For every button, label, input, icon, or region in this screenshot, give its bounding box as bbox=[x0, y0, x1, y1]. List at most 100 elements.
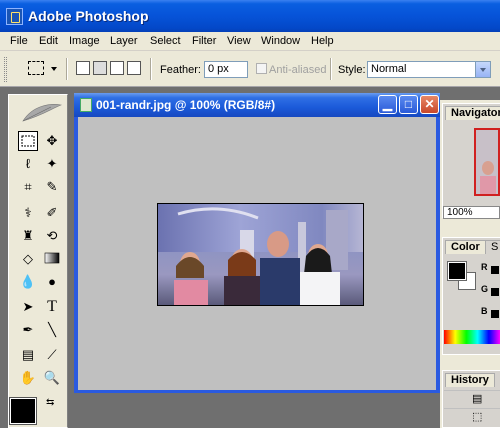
brush-tool[interactable]: ✐ bbox=[42, 203, 62, 223]
foreground-color-swatch[interactable] bbox=[9, 397, 37, 425]
menu-view[interactable]: View bbox=[227, 35, 251, 47]
minimize-button[interactable]: ▁ bbox=[378, 95, 397, 114]
maximize-icon: □ bbox=[404, 97, 413, 111]
photo-content bbox=[174, 207, 348, 305]
minimize-icon: ▁ bbox=[382, 97, 393, 111]
rect-marquee-tool[interactable] bbox=[18, 131, 38, 151]
navigator-preview bbox=[476, 130, 498, 194]
close-icon: ✕ bbox=[424, 97, 435, 111]
gradient-tool[interactable] bbox=[42, 249, 62, 269]
menu-edit[interactable]: Edit bbox=[39, 35, 58, 47]
tool-preset-dropdown-icon[interactable] bbox=[51, 67, 57, 71]
document-title: 001-randr.jpg @ 100% (RGB/8#) bbox=[96, 98, 276, 112]
type-tool[interactable]: T bbox=[42, 297, 62, 317]
rect-marquee-icon bbox=[21, 135, 35, 147]
swap-colors-icon[interactable]: ⇆ bbox=[46, 397, 54, 408]
magic-wand-tool[interactable]: ✦ bbox=[42, 154, 62, 174]
menu-help[interactable]: Help bbox=[311, 35, 334, 47]
tab-navigator[interactable]: Navigator bbox=[445, 106, 500, 120]
notes-icon: ▤ bbox=[21, 347, 35, 362]
history-row[interactable]: ⬚ bbox=[444, 408, 500, 425]
menu-filter[interactable]: Filter bbox=[192, 35, 216, 47]
eyedropper-icon: ⟋ bbox=[47, 347, 57, 362]
brush-icon: ✐ bbox=[46, 205, 58, 220]
hand-tool[interactable]: ✋ bbox=[18, 368, 38, 388]
separator bbox=[330, 58, 332, 80]
app-title: Adobe Photoshop bbox=[28, 8, 149, 24]
tab-color[interactable]: Color bbox=[445, 240, 486, 254]
hand-icon: ✋ bbox=[19, 370, 37, 385]
channel-g-slider[interactable] bbox=[491, 288, 499, 296]
arrow-icon: ➤ bbox=[22, 299, 34, 314]
document-titlebar[interactable]: 001-randr.jpg @ 100% (RGB/8#) ▁ □ ✕ bbox=[74, 93, 440, 117]
move-icon: ✥ bbox=[46, 133, 58, 148]
feather-value: 0 px bbox=[208, 63, 229, 75]
healing-brush-tool[interactable]: ⚕ bbox=[18, 203, 38, 223]
notes-tool[interactable]: ▤ bbox=[18, 345, 38, 365]
tab-history[interactable]: History bbox=[445, 373, 495, 387]
antialiased-checkbox[interactable] bbox=[256, 63, 267, 74]
eyedropper-tool[interactable]: ⟋ bbox=[42, 345, 62, 365]
maximize-button[interactable]: □ bbox=[399, 95, 418, 114]
zoom-tool[interactable]: 🔍 bbox=[42, 368, 62, 388]
document-icon bbox=[80, 98, 92, 112]
options-bar-grip[interactable] bbox=[4, 57, 7, 82]
crop-icon: ⌗ bbox=[24, 179, 32, 194]
color-panel-foreground-swatch[interactable] bbox=[447, 261, 467, 281]
zoom-icon: 🔍 bbox=[43, 370, 61, 385]
channel-g-label: G bbox=[481, 284, 489, 294]
close-button[interactable]: ✕ bbox=[420, 95, 439, 114]
blur-icon: 💧 bbox=[19, 274, 37, 289]
menu-select[interactable]: Select bbox=[150, 35, 181, 47]
pen-tool[interactable]: ✒ bbox=[18, 320, 38, 340]
style-value: Normal bbox=[371, 63, 407, 75]
navigator-thumbnail[interactable] bbox=[474, 128, 500, 196]
feather-logo-icon bbox=[22, 104, 63, 122]
slice-icon: ✎ bbox=[46, 179, 58, 194]
separator bbox=[150, 58, 152, 80]
lasso-icon: ℓ bbox=[25, 156, 31, 171]
history-marquee-icon: ⬚ bbox=[472, 411, 483, 423]
menu-layer[interactable]: Layer bbox=[110, 35, 138, 47]
pen-icon: ✒ bbox=[22, 322, 34, 337]
add-selection-icon[interactable] bbox=[93, 61, 107, 75]
menu-image[interactable]: Image bbox=[69, 35, 100, 47]
new-selection-icon[interactable] bbox=[76, 61, 90, 75]
line-tool[interactable]: ╲ bbox=[42, 320, 62, 340]
eraser-tool[interactable]: ◇ bbox=[18, 249, 38, 269]
rect-marquee-icon[interactable] bbox=[28, 61, 44, 75]
channel-r-slider[interactable] bbox=[491, 266, 499, 274]
menu-file[interactable]: File bbox=[10, 35, 28, 47]
history-row[interactable]: ▤ bbox=[444, 390, 500, 407]
photoshop-logo-icon bbox=[6, 8, 23, 25]
dodge-icon: ● bbox=[48, 274, 56, 289]
color-spectrum-bar[interactable] bbox=[444, 330, 500, 344]
navigator-zoom-value: 100% bbox=[447, 207, 473, 218]
lasso-tool[interactable]: ℓ bbox=[18, 154, 38, 174]
antialiased-label: Anti-aliased bbox=[269, 64, 327, 76]
tab-swatches[interactable]: S bbox=[485, 240, 500, 254]
style-select[interactable]: Normal bbox=[367, 61, 491, 78]
feather-input[interactable]: 0 px bbox=[204, 61, 248, 78]
subtract-selection-icon[interactable] bbox=[110, 61, 124, 75]
navigator-zoom-field[interactable]: 100% bbox=[443, 206, 500, 219]
intersect-selection-icon[interactable] bbox=[127, 61, 141, 75]
dodge-tool[interactable]: ● bbox=[42, 272, 62, 292]
channel-b-slider[interactable] bbox=[491, 310, 499, 318]
move-tool[interactable]: ✥ bbox=[42, 131, 62, 151]
gradient-icon bbox=[44, 252, 60, 264]
clone-stamp-tool[interactable]: ♜ bbox=[18, 226, 38, 246]
history-snapshot-icon: ▤ bbox=[472, 393, 483, 405]
slice-tool[interactable]: ✎ bbox=[42, 177, 62, 197]
blur-tool[interactable]: 💧 bbox=[18, 272, 38, 292]
path-selection-tool[interactable]: ➤ bbox=[18, 297, 38, 317]
magic-wand-icon: ✦ bbox=[46, 156, 58, 171]
eraser-icon: ◇ bbox=[23, 251, 33, 266]
type-icon: T bbox=[47, 298, 57, 315]
crop-tool[interactable]: ⌗ bbox=[18, 177, 38, 197]
history-brush-tool[interactable]: ⟲ bbox=[42, 226, 62, 246]
menu-window[interactable]: Window bbox=[261, 35, 300, 47]
menu-bar: File Edit Image Layer Select Filter View… bbox=[0, 32, 500, 51]
chevron-down-icon[interactable] bbox=[475, 62, 490, 77]
bandage-icon: ⚕ bbox=[24, 205, 32, 220]
